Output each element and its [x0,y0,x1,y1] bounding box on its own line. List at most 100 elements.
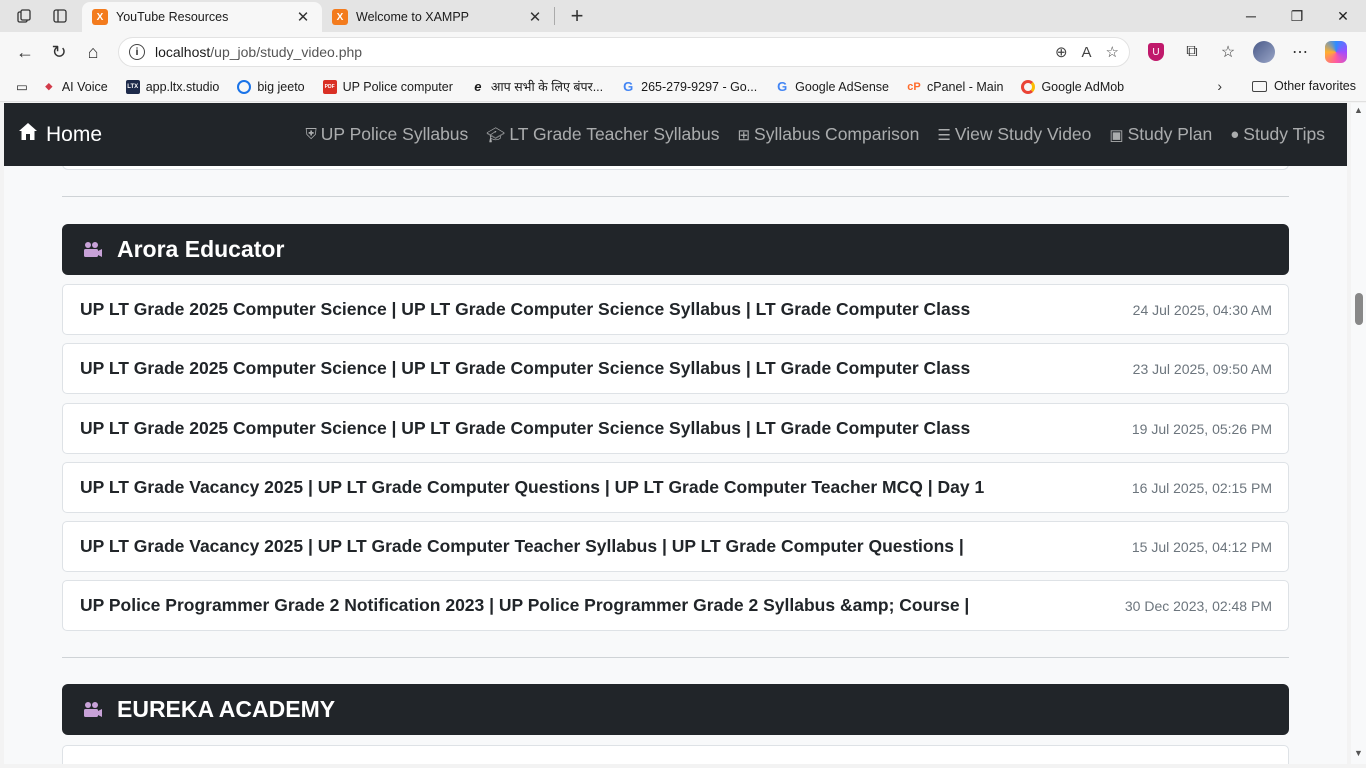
video-item[interactable]: UP LT Grade Vacancy 2025 | UP LT Grade C… [62,521,1289,572]
home-link[interactable]: Home [18,122,102,147]
nav-study-tips[interactable]: ● Study Tips [1230,124,1325,145]
nav-study-plan[interactable]: ▣ Study Plan [1109,124,1212,145]
scroll-down-arrow[interactable]: ▼ [1354,748,1363,758]
reading-mode-icon[interactable]: ▭ [16,79,28,94]
profile-avatar[interactable] [1246,41,1282,63]
lightbulb-icon: ● [1230,126,1240,143]
nav-links: ⛨ UP Police Syllabus 🎓︎ LT Grade Teacher S… [288,103,1326,166]
video-item[interactable] [62,745,1289,764]
tab-close-icon[interactable]: ✕ [526,8,544,26]
restore-button[interactable]: ❐ [1274,0,1320,32]
tab-close-icon[interactable]: ✕ [294,8,312,26]
more-menu-icon[interactable]: ⋯ [1282,42,1318,62]
bookmark-up-police-computer[interactable]: PDF UP Police computer [322,79,453,94]
nav-up-police-syllabus[interactable]: ⛨ UP Police Syllabus [306,124,469,145]
address-bar[interactable]: i localhost/up_job/study_video.php ⊕ A ☆ [118,37,1130,67]
video-date: 30 Dec 2023, 02:48 PM [1124,597,1272,614]
url-path: /up_job/study_video.php [210,44,363,60]
video-title[interactable]: UP LT Grade 2025 Computer Science | UP L… [80,299,970,320]
page-viewport: Home ⛨ UP Police Syllabus 🎓︎ LT Grade Teac… [4,103,1347,764]
home-icon [18,122,38,147]
video-item[interactable]: UP LT Grade 2025 Computer Science | UP L… [62,343,1289,394]
tab-separator [554,7,555,25]
google-icon: G [777,79,788,94]
site-navbar: Home ⛨ UP Police Syllabus 🎓︎ LT Grade Teac… [4,103,1347,166]
xampp-icon: X [332,9,348,25]
nav-view-study-video[interactable]: ☰ View Study Video [937,124,1091,145]
window-controls: ─ ❐ ✕ [1228,0,1366,32]
favorites-icon[interactable]: ☆ [1210,42,1246,62]
workspaces-icon[interactable] [10,2,38,30]
video-item[interactable]: UP LT Grade 2025 Computer Science | UP L… [62,284,1289,335]
bookmark-big-jeeto[interactable]: big jeeto [237,79,305,94]
video-date: 16 Jul 2025, 02:15 PM [1131,479,1272,496]
edge-e-icon: e [474,79,482,94]
xampp-icon: X [92,9,108,25]
admob-icon [1021,79,1036,94]
extension-shield-icon[interactable]: U [1138,43,1174,61]
video-date: 15 Jul 2025, 04:12 PM [1131,538,1272,555]
channel-header: EUREKA ACADEMY [62,684,1289,735]
new-tab-button[interactable]: + [563,3,591,29]
home-button[interactable]: ⌂ [76,36,110,68]
brand-label: Home [46,122,103,146]
bookmark-ltx-studio[interactable]: LTX app.ltx.studio [125,79,219,94]
close-window-button[interactable]: ✕ [1320,0,1366,32]
bookmarks-bar: ▭ ◆ AI Voice LTX app.ltx.studio big jeeto … [0,72,1366,102]
zoom-icon[interactable]: ⊕ [1055,43,1068,61]
tab-welcome-xampp[interactable]: X Welcome to XAMPP ✕ [322,2,554,32]
bookmark-bumper[interactable]: e आप सभी के लिए बंपर... [471,78,603,95]
page-scrollbar[interactable]: ▲ ▼ [1351,103,1366,764]
bookmark-google-admob[interactable]: Google AdMob [1021,79,1124,94]
other-favorites[interactable]: Other favorites [1252,79,1356,93]
nav-lt-grade-syllabus[interactable]: 🎓︎ LT Grade Teacher Syllabus [486,124,719,145]
big-jeeto-icon [237,79,252,94]
minimize-button[interactable]: ─ [1228,0,1274,32]
tab-title: Welcome to XAMPP [356,10,470,24]
nav-syllabus-comparison[interactable]: ⊞ Syllabus Comparison [737,124,919,145]
channel-name: Arora Educator [117,236,285,262]
tab-youtube-resources[interactable]: X YouTube Resources ✕ [82,2,322,32]
shield-icon: ⛨ [305,126,317,143]
graduation-cap-icon: 🎓︎ [486,126,506,144]
browser-tab-bar: X YouTube Resources ✕ X Welcome to XAMPP… [0,0,1366,32]
chevron-right-icon[interactable]: › [1217,78,1222,94]
scrollbar-thumb[interactable] [1355,293,1363,325]
video-date: 19 Jul 2025, 05:26 PM [1131,420,1272,437]
scroll-up-arrow[interactable]: ▲ [1354,105,1363,115]
channel-header: Arora Educator [62,224,1289,275]
favorite-star-icon[interactable]: ☆ [1106,43,1119,61]
back-button[interactable]: ← [8,36,42,68]
channel-name: EUREKA ACADEMY [117,696,336,722]
bookmark-ai-voice[interactable]: ◆ AI Voice [42,80,107,94]
video-camera-icon [82,241,104,259]
refresh-button[interactable]: ↻ [42,36,76,68]
ltx-icon: LTX [125,79,140,94]
bookmark-google-voice[interactable]: G 265-279-9297 - Go... [621,79,757,94]
video-item[interactable]: UP LT Grade 2025 Computer Science | UP L… [62,403,1289,454]
video-item[interactable]: UP LT Grade Vacancy 2025 | UP LT Grade C… [62,462,1289,513]
pdf-icon: PDF [322,79,337,94]
bookmark-cpanel[interactable]: cP cPanel - Main [907,80,1003,94]
google-icon: G [623,79,634,94]
calendar-icon: ▣ [1109,126,1124,144]
video-title[interactable]: UP Police Programmer Grade 2 Notificatio… [80,595,969,616]
divider [62,196,1289,197]
bookmark-google-adsense[interactable]: G Google AdSense [775,79,889,94]
extensions-icon[interactable]: ⧉ [1174,43,1210,61]
video-item[interactable]: UP Police Programmer Grade 2 Notificatio… [62,580,1289,631]
site-info-icon[interactable]: i [129,44,145,60]
copilot-icon[interactable] [1318,41,1354,63]
video-title[interactable]: UP LT Grade Vacancy 2025 | UP LT Grade C… [80,536,964,557]
divider [62,657,1289,658]
address-bar-row: ← ↻ ⌂ i localhost/up_job/study_video.php… [0,32,1366,72]
vertical-tabs-icon[interactable] [46,2,74,30]
video-title[interactable]: UP LT Grade 2025 Computer Science | UP L… [80,358,970,379]
video-title[interactable]: UP LT Grade 2025 Computer Science | UP L… [80,418,970,439]
folder-icon [1252,80,1268,92]
ai-voice-icon: ◆ [45,81,53,91]
read-aloud-icon[interactable]: A [1082,44,1092,61]
cpanel-icon: cP [907,80,921,93]
video-title[interactable]: UP LT Grade Vacancy 2025 | UP LT Grade C… [80,477,984,498]
url-host: localhost [155,44,211,60]
